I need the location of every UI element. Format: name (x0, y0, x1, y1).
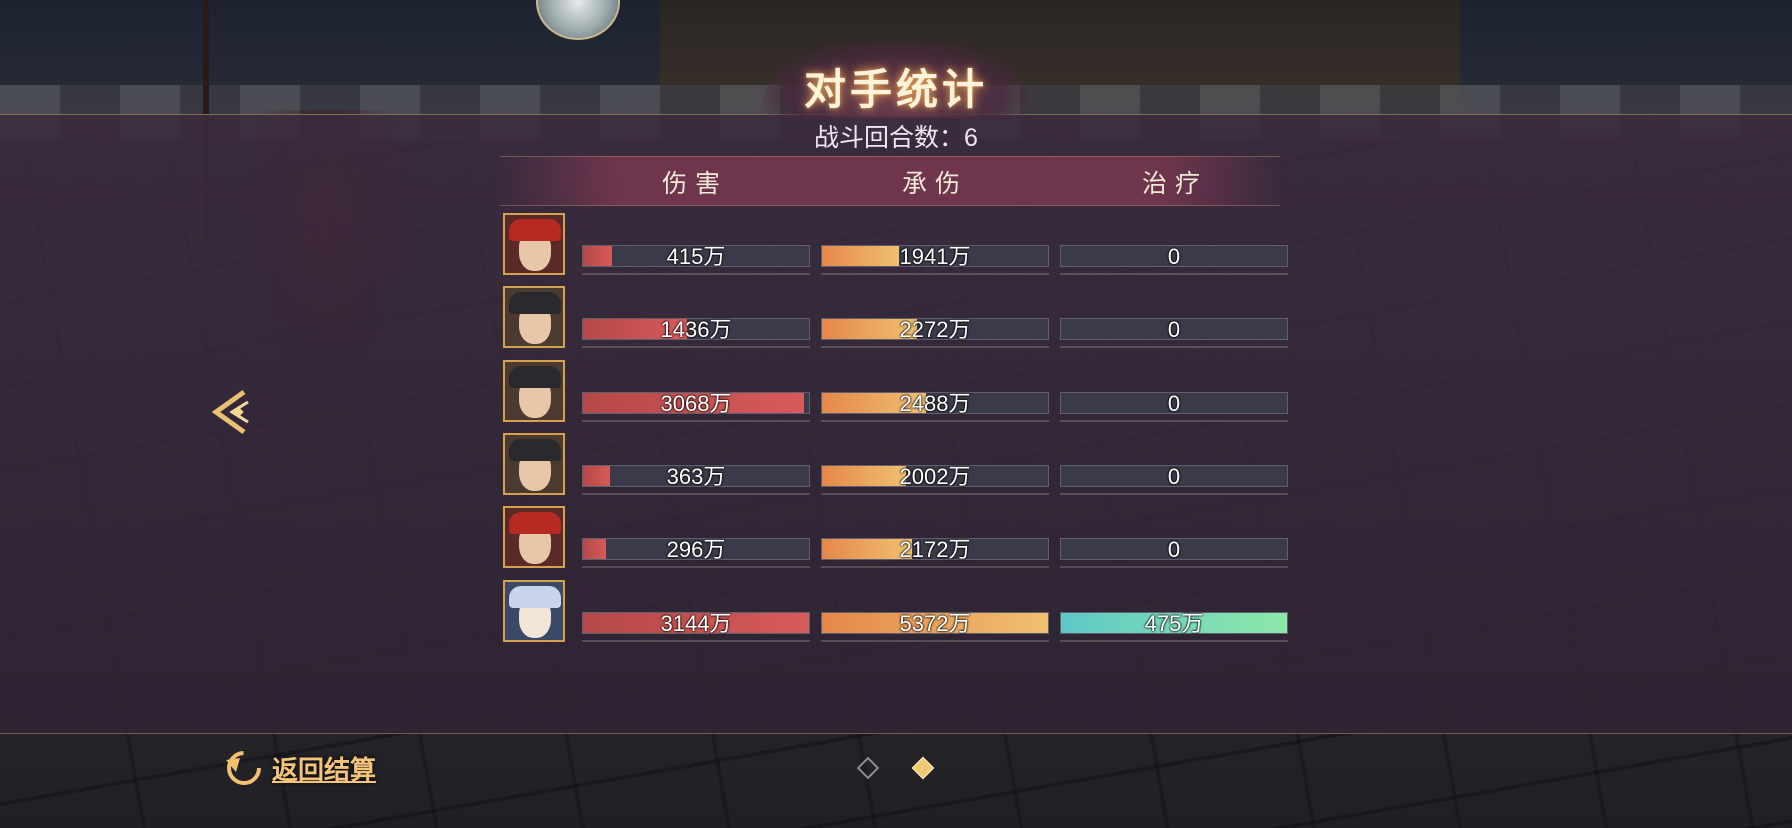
portrait-headgear (509, 366, 561, 388)
row-divider (821, 640, 1049, 642)
column-header-heal: 治疗 (1141, 170, 1208, 198)
taken-bar: 1941万 (821, 244, 1049, 269)
chevron-left-icon (211, 389, 249, 435)
previous-page-button[interactable] (208, 388, 254, 436)
row-divider (582, 493, 810, 495)
table-row: 296万 2172万 0 (503, 506, 1288, 572)
table-row: 3144万 5372万 475万 (503, 580, 1288, 646)
damage-bar: 363万 (582, 464, 810, 489)
taken-value: 2172万 (899, 537, 971, 562)
row-divider (821, 493, 1049, 495)
row-divider (1060, 566, 1288, 568)
row-divider (1060, 346, 1288, 348)
portrait-headgear (509, 586, 561, 608)
row-divider (821, 566, 1049, 568)
row-divider (582, 346, 810, 348)
taken-bar: 2272万 (821, 317, 1049, 342)
rounds-label: 战斗回合数： (814, 124, 965, 152)
table-row: 1436万 2272万 0 (503, 286, 1288, 352)
column-header-damage: 伤害 (661, 170, 728, 198)
taken-value: 2488万 (899, 391, 971, 416)
row-divider (821, 273, 1049, 275)
damage-value: 3144万 (660, 611, 732, 636)
return-to-results-label: 返回结算 (272, 754, 377, 785)
portrait-headgear (509, 292, 561, 314)
damage-bar: 3144万 (582, 611, 810, 636)
row-divider (1060, 420, 1288, 422)
damage-bar: 415万 (582, 244, 810, 269)
heal-bar: 0 (1060, 317, 1288, 342)
table-row: 415万 1941万 0 (503, 213, 1288, 279)
heal-value: 0 (1167, 391, 1181, 416)
taken-value: 2002万 (899, 464, 971, 489)
portrait-headgear (509, 512, 561, 534)
damage-value: 363万 (666, 464, 726, 489)
hero-portrait[interactable] (503, 580, 565, 642)
taken-bar: 5372万 (821, 611, 1049, 636)
heal-value: 0 (1167, 537, 1181, 562)
row-divider (582, 566, 810, 568)
row-divider (582, 273, 810, 275)
taken-value: 2272万 (899, 317, 971, 342)
rounds-counter: 战斗回合数：6 (0, 118, 1792, 154)
heal-value: 475万 (1144, 611, 1204, 636)
row-divider (582, 420, 810, 422)
damage-bar: 296万 (582, 537, 810, 562)
damage-bar: 3068万 (582, 391, 810, 416)
rounds-value: 6 (964, 124, 978, 152)
heal-value: 0 (1167, 244, 1181, 269)
hero-portrait[interactable] (503, 433, 565, 495)
hero-portrait[interactable] (503, 360, 565, 422)
damage-value: 415万 (666, 244, 726, 269)
damage-value: 3068万 (660, 391, 732, 416)
heal-bar: 0 (1060, 244, 1288, 269)
return-to-results-button[interactable]: 返回结算 (222, 746, 376, 790)
damage-value: 296万 (666, 537, 726, 562)
heal-bar: 0 (1060, 537, 1288, 562)
taken-value: 5372万 (899, 611, 971, 636)
hero-portrait[interactable] (503, 286, 565, 348)
heal-bar: 0 (1060, 391, 1288, 416)
damage-bar: 1436万 (582, 317, 810, 342)
hero-portrait[interactable] (503, 213, 565, 275)
taken-bar: 2172万 (821, 537, 1049, 562)
heal-value: 0 (1167, 317, 1181, 342)
page-title: 对手统计 (803, 65, 988, 114)
row-divider (1060, 273, 1288, 275)
hero-portrait[interactable] (503, 506, 565, 568)
table-row: 363万 2002万 0 (503, 433, 1288, 499)
portrait-headgear (509, 219, 561, 241)
row-divider (821, 420, 1049, 422)
taken-value: 1941万 (899, 244, 971, 269)
heal-bar: 0 (1060, 464, 1288, 489)
taken-bar: 2488万 (821, 391, 1049, 416)
table-row: 3068万 2488万 0 (503, 360, 1288, 426)
taken-bar: 2002万 (821, 464, 1049, 489)
portrait-headgear (509, 439, 561, 461)
row-divider (1060, 493, 1288, 495)
column-header-taken: 承伤 (901, 170, 968, 198)
heal-bar: 475万 (1060, 611, 1288, 636)
heal-value: 0 (1167, 464, 1181, 489)
row-divider (1060, 640, 1288, 642)
row-divider (821, 346, 1049, 348)
return-arrow-icon (226, 751, 261, 785)
damage-value: 1436万 (660, 317, 732, 342)
row-divider (582, 640, 810, 642)
